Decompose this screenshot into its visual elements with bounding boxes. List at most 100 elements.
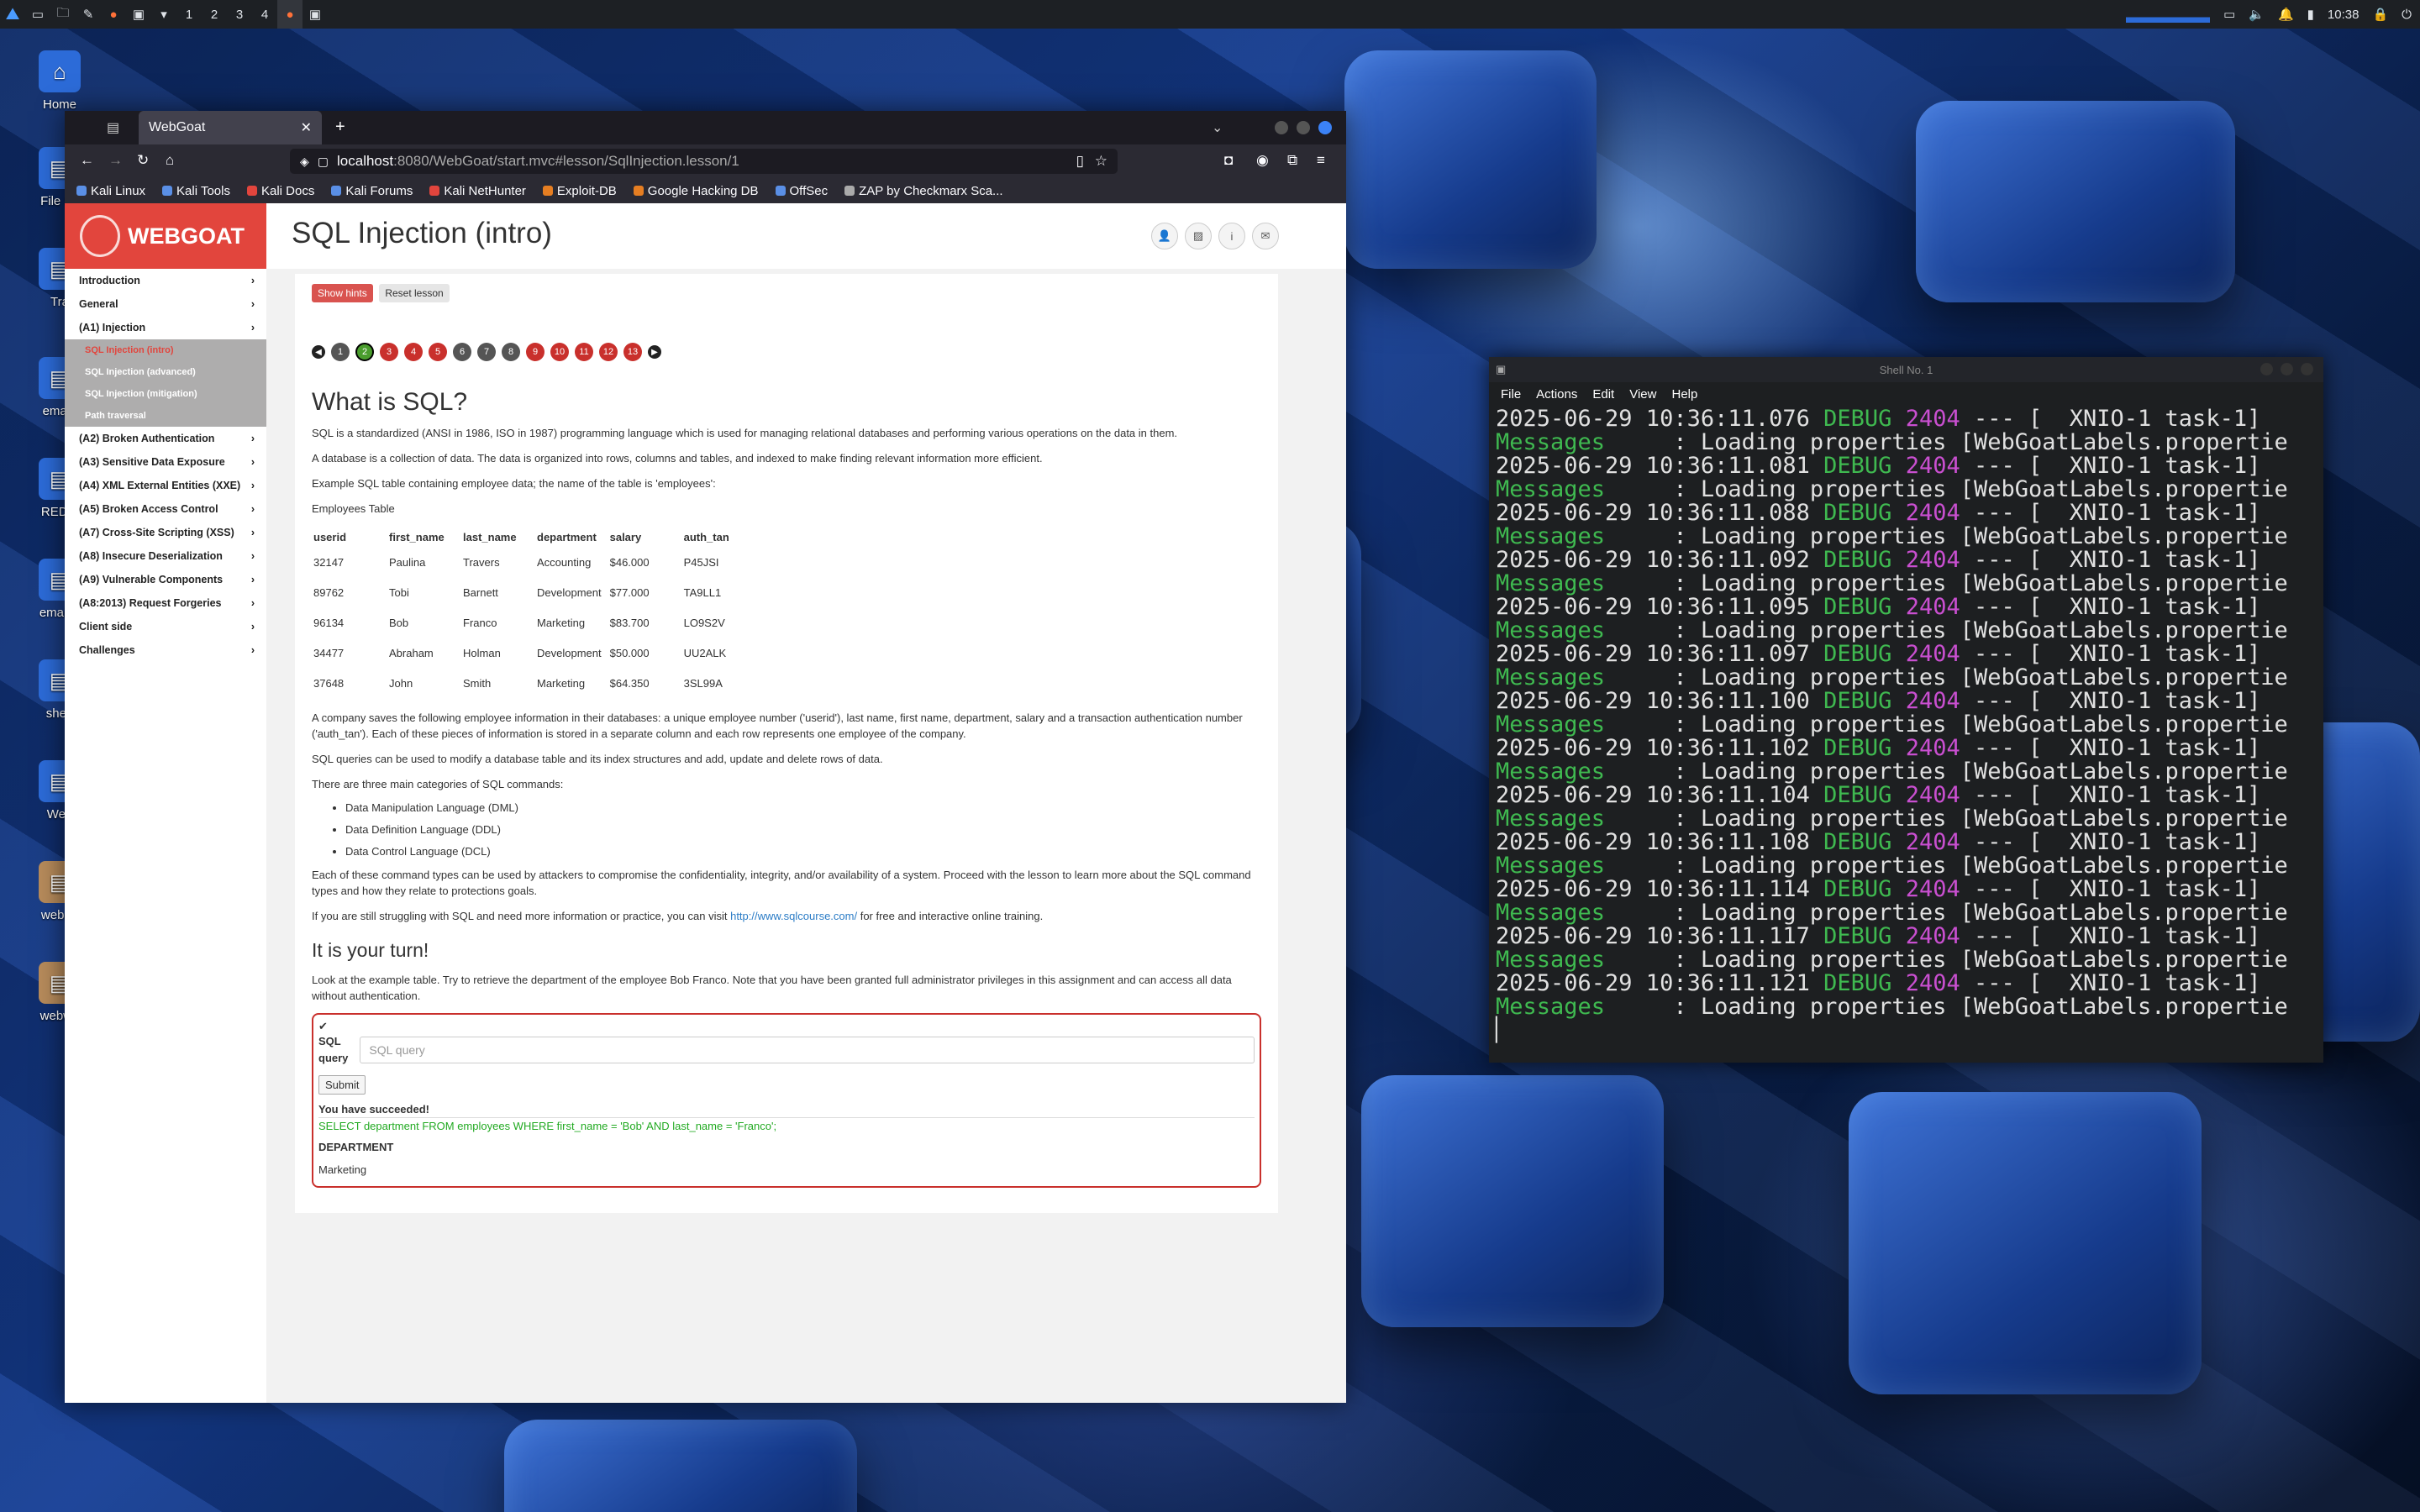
submenu-path-traversal[interactable]: Path traversal <box>65 405 266 427</box>
menu-item[interactable]: (A7) Cross-Site Scripting (XSS) › <box>65 521 266 544</box>
sql-query-input[interactable]: SQL query <box>360 1037 1255 1063</box>
webgoat-logo[interactable]: WEBGOAT <box>65 203 266 269</box>
menu-help[interactable]: Help <box>1671 387 1697 402</box>
bookmark-kali-forums[interactable]: Kali Forums <box>331 184 413 198</box>
submenu-sql-injection-mitigation[interactable]: SQL Injection (mitigation) <box>65 383 266 405</box>
next-page-icon[interactable]: ▶ <box>648 345 661 359</box>
terminal-icon[interactable]: ▣ <box>126 0 151 29</box>
menu-general[interactable]: General › <box>65 292 266 316</box>
menu-icon[interactable]: ≡ <box>1317 152 1325 169</box>
power-icon[interactable]: ⏻ <box>2402 8 2412 22</box>
tab-webgoat[interactable]: WebGoat ✕ <box>139 111 322 144</box>
bookmark-exploit-db[interactable]: Exploit-DB <box>542 184 617 198</box>
maximize-icon[interactable] <box>1297 121 1310 134</box>
show-desktop-icon[interactable]: ▭ <box>25 0 50 29</box>
file-manager-icon[interactable]: 🗀 <box>50 0 76 29</box>
firefox-window-button[interactable]: ● <box>277 0 302 29</box>
menu-item[interactable]: (A2) Broken Authentication › <box>65 427 266 450</box>
bookmark-kali-linux[interactable]: Kali Linux <box>76 184 145 198</box>
home-icon[interactable]: ⌂ <box>166 152 174 169</box>
bookmark-kali-tools[interactable]: Kali Tools <box>162 184 230 198</box>
menu-item[interactable]: (A5) Broken Access Control › <box>65 497 266 521</box>
firefox-icon[interactable]: ● <box>101 0 126 29</box>
account-icon[interactable]: ◉ <box>1256 152 1269 169</box>
menu-item[interactable]: Challenges › <box>65 638 266 662</box>
page-link[interactable]: 4 <box>404 343 423 361</box>
menu-actions[interactable]: Actions <box>1536 387 1577 402</box>
page-link[interactable]: 8 <box>502 343 520 361</box>
page-link[interactable]: 12 <box>599 343 618 361</box>
bell-icon[interactable]: 🔔 <box>2278 7 2294 22</box>
menu-item[interactable]: Client side › <box>65 615 266 638</box>
workspace-2[interactable]: 2 <box>202 8 227 22</box>
battery-icon[interactable]: ▮ <box>2307 7 2314 22</box>
page-link[interactable]: 13 <box>623 343 642 361</box>
back-icon[interactable]: ← <box>80 152 94 169</box>
url-bar[interactable]: ◈ ▢ localhost:8080/WebGoat/start.mvc#les… <box>290 149 1118 174</box>
submenu-sql-injection-intro[interactable]: SQL Injection (intro) <box>65 339 266 361</box>
page-link[interactable]: 5 <box>429 343 447 361</box>
extensions-icon[interactable]: ⧉ <box>1287 152 1297 169</box>
about-icon[interactable]: i <box>1218 223 1245 249</box>
menu-file[interactable]: File <box>1501 387 1521 402</box>
page-link[interactable]: 10 <box>550 343 569 361</box>
forward-icon[interactable]: → <box>108 152 123 169</box>
bookmark-kali-nethunter[interactable]: Kali NetHunter <box>429 184 526 198</box>
user-menu-icon[interactable]: 👤 <box>1151 223 1178 249</box>
terminal-output[interactable]: 2025-06-29 10:36:11.076 DEBUG 2404 --- [… <box>1489 406 2323 1044</box>
menu-injection[interactable]: (A1) Injection › <box>65 316 266 339</box>
chevron-down-icon[interactable]: ▾ <box>151 0 176 29</box>
close-tab-icon[interactable]: ✕ <box>301 119 312 136</box>
desktop-icon-home[interactable]: ⌂ Home <box>30 50 89 112</box>
page-link[interactable]: 7 <box>477 343 496 361</box>
page-link[interactable]: 6 <box>453 343 471 361</box>
submit-button[interactable]: Submit <box>318 1075 366 1095</box>
menu-item[interactable]: (A8) Insecure Deserialization › <box>65 544 266 568</box>
text-editor-icon[interactable]: ✎ <box>76 0 101 29</box>
maximize-icon[interactable] <box>2281 363 2293 375</box>
menu-item[interactable]: (A8:2013) Request Forgeries › <box>65 591 266 615</box>
kali-menu-icon[interactable]: ⛰ <box>0 0 25 29</box>
workspace-3[interactable]: 3 <box>227 8 252 22</box>
prev-page-icon[interactable]: ◀ <box>312 345 325 359</box>
bookmark-offsec[interactable]: OffSec <box>775 184 828 198</box>
volume-icon[interactable]: 🔈 <box>2249 7 2265 22</box>
pocket-icon[interactable]: ◘ <box>1224 152 1233 169</box>
lock-icon[interactable]: 🔒 <box>2372 7 2388 22</box>
bookmark-kali-docs[interactable]: Kali Docs <box>246 184 314 198</box>
terminal-window-button[interactable]: ▣ <box>302 0 328 29</box>
close-window-icon[interactable] <box>1318 121 1332 134</box>
menu-view[interactable]: View <box>1629 387 1656 402</box>
minimize-icon[interactable] <box>2260 363 2273 375</box>
page-link[interactable]: 9 <box>526 343 544 361</box>
clock[interactable]: 10:38 <box>2328 8 2360 22</box>
menu-edit[interactable]: Edit <box>1592 387 1614 402</box>
page-link[interactable]: 3 <box>380 343 398 361</box>
show-hints-button[interactable]: Show hints <box>312 284 373 302</box>
shield-icon[interactable]: ◈ <box>300 155 309 169</box>
menu-item[interactable]: (A4) XML External Entities (XXE) › <box>65 474 266 497</box>
bookmark-zap[interactable]: ZAP by Checkmarx Sca... <box>844 184 1003 198</box>
display-icon[interactable]: ▭ <box>2223 7 2235 22</box>
sqlcourse-link[interactable]: http://www.sqlcourse.com/ <box>730 910 857 922</box>
contact-icon[interactable]: ✉ <box>1252 223 1279 249</box>
new-tab-icon[interactable]: + <box>335 118 345 137</box>
tab-overview-icon[interactable]: ▤ <box>107 119 119 136</box>
report-card-icon[interactable]: ▨ <box>1185 223 1212 249</box>
list-tabs-icon[interactable]: ⌄ <box>1212 119 1223 136</box>
page-link[interactable]: 11 <box>575 343 593 361</box>
workspace-4[interactable]: 4 <box>252 8 277 22</box>
menu-introduction[interactable]: Introduction › <box>65 269 266 292</box>
submenu-sql-injection-advanced[interactable]: SQL Injection (advanced) <box>65 361 266 383</box>
page-link-current[interactable]: 2 <box>355 343 374 361</box>
bookmark-google-hacking-db[interactable]: Google Hacking DB <box>633 184 759 198</box>
menu-item[interactable]: (A9) Vulnerable Components › <box>65 568 266 591</box>
reload-icon[interactable]: ↻ <box>137 152 149 169</box>
menu-item[interactable]: (A3) Sensitive Data Exposure › <box>65 450 266 474</box>
reset-lesson-button[interactable]: Reset lesson <box>379 284 450 302</box>
minimize-icon[interactable] <box>1275 121 1288 134</box>
close-icon[interactable] <box>2301 363 2313 375</box>
page-link[interactable]: 1 <box>331 343 350 361</box>
workspace-1[interactable]: 1 <box>176 8 202 22</box>
bookmark-star-icon[interactable]: ☆ <box>1095 153 1107 170</box>
